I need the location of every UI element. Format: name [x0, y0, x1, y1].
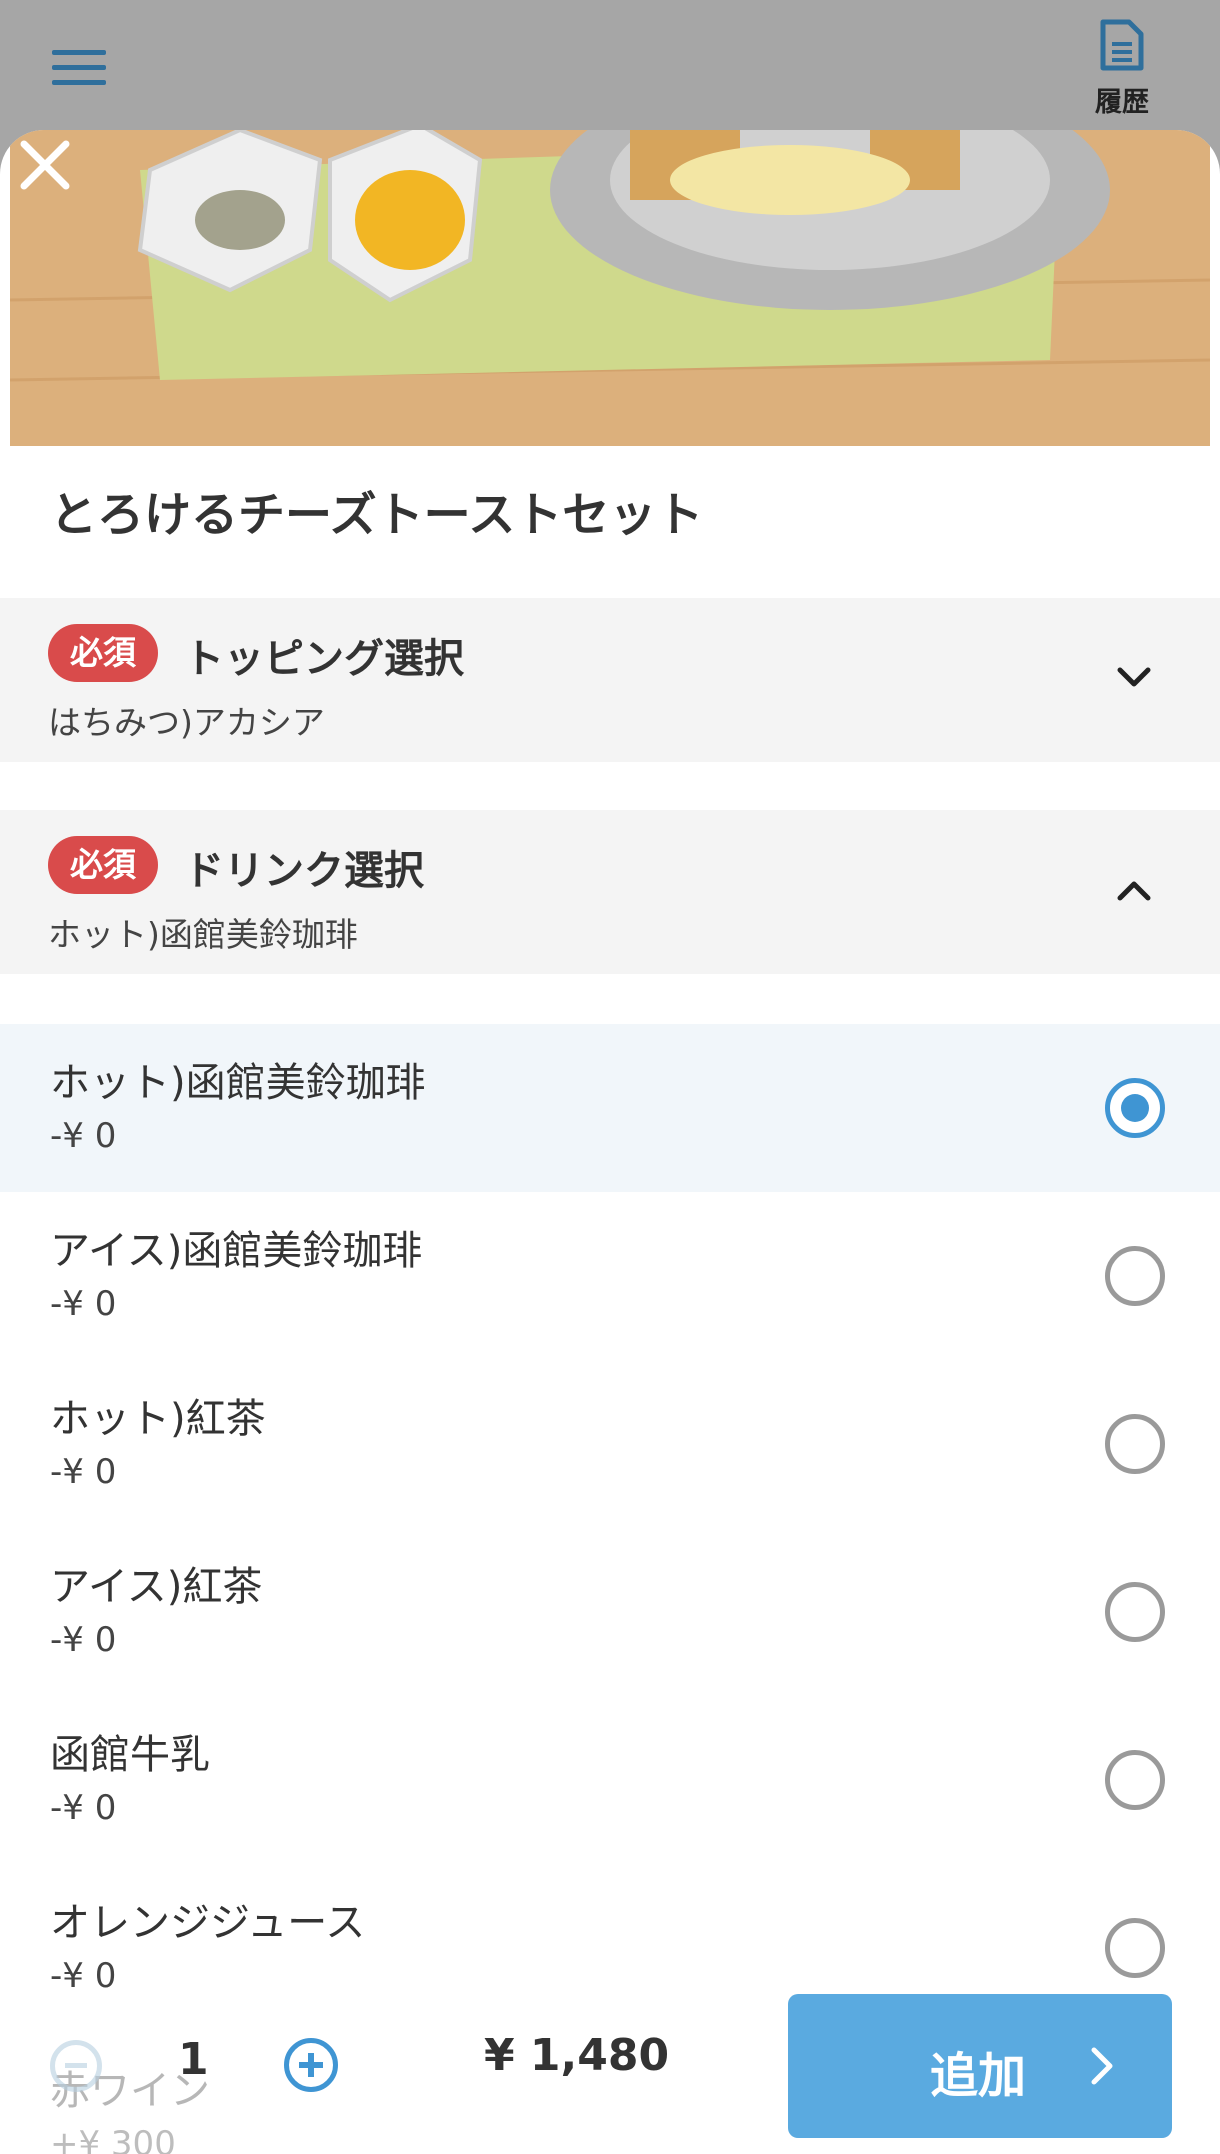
chevron-up-icon	[1117, 881, 1151, 901]
option-price: -¥ 0	[50, 1284, 117, 1324]
history-label: 履歴	[1095, 87, 1149, 118]
option-name: アイス)函館美鈴珈琲	[50, 1228, 423, 1274]
plus-circle-icon[interactable]	[284, 2038, 338, 2092]
chevron-right-icon	[1091, 2047, 1113, 2085]
product-image	[10, 130, 1210, 446]
option-group-topping[interactable]: 必須 トッピング選択 はちみつ)アカシア	[0, 598, 1220, 762]
option-name: ホット)函館美鈴珈琲	[50, 1060, 426, 1106]
radio-button[interactable]	[1105, 1078, 1165, 1138]
option-price: -¥ 0	[50, 1116, 117, 1156]
add-button-label: 追加	[930, 2048, 1027, 2104]
option-group-drink[interactable]: 必須 ドリンク選択 ホット)函館美鈴珈琲	[0, 810, 1220, 974]
option-name: 函館牛乳	[50, 1732, 210, 1778]
drink-option[interactable]: アイス)函館美鈴珈琲 -¥ 0	[0, 1192, 1220, 1360]
option-name: オレンジジュース	[50, 1900, 366, 1946]
group-selected-value: はちみつ)アカシア	[48, 703, 325, 742]
history-button[interactable]: 履歴	[1080, 18, 1164, 122]
option-price: -¥ 0	[50, 1452, 117, 1492]
drink-option[interactable]: ホット)函館美鈴珈琲 -¥ 0	[0, 1024, 1220, 1192]
group-selected-value: ホット)函館美鈴珈琲	[48, 915, 358, 954]
radio-button[interactable]	[1105, 1750, 1165, 1810]
drink-option[interactable]: ホット)紅茶 -¥ 0	[0, 1360, 1220, 1528]
required-badge: 必須	[48, 836, 158, 894]
option-name: アイス)紅茶	[50, 1564, 263, 1610]
total-price: ¥ 1,480	[484, 2030, 670, 2081]
document-icon	[1100, 19, 1144, 71]
product-sheet: とろけるチーズトーストセット 必須 トッピング選択 はちみつ)アカシア 必須 ド…	[0, 130, 1220, 2154]
drink-option[interactable]: アイス)紅茶 -¥ 0	[0, 1528, 1220, 1696]
radio-button[interactable]	[1105, 1414, 1165, 1474]
group-title: ドリンク選択	[184, 848, 424, 894]
group-title: トッピング選択	[184, 636, 464, 682]
radio-button[interactable]	[1105, 1918, 1165, 1978]
chevron-down-icon	[1117, 667, 1151, 687]
order-footer: 1 ¥ 1,480 追加	[0, 1990, 1220, 2154]
option-name: ホット)紅茶	[50, 1396, 266, 1442]
close-icon[interactable]	[10, 130, 80, 200]
option-price: -¥ 0	[50, 1620, 117, 1660]
radio-button[interactable]	[1105, 1582, 1165, 1642]
minus-circle-icon[interactable]	[50, 2040, 102, 2092]
option-price: -¥ 0	[50, 1788, 117, 1828]
drink-option[interactable]: 函館牛乳 -¥ 0	[0, 1696, 1220, 1864]
hamburger-icon[interactable]	[52, 50, 106, 90]
quantity-value: 1	[178, 2034, 209, 2085]
add-to-order-button[interactable]: 追加	[788, 1994, 1172, 2138]
product-title: とろけるチーズトーストセット	[50, 488, 704, 543]
radio-button[interactable]	[1105, 1246, 1165, 1306]
required-badge: 必須	[48, 624, 158, 682]
app-bar: 履歴	[0, 0, 1220, 134]
